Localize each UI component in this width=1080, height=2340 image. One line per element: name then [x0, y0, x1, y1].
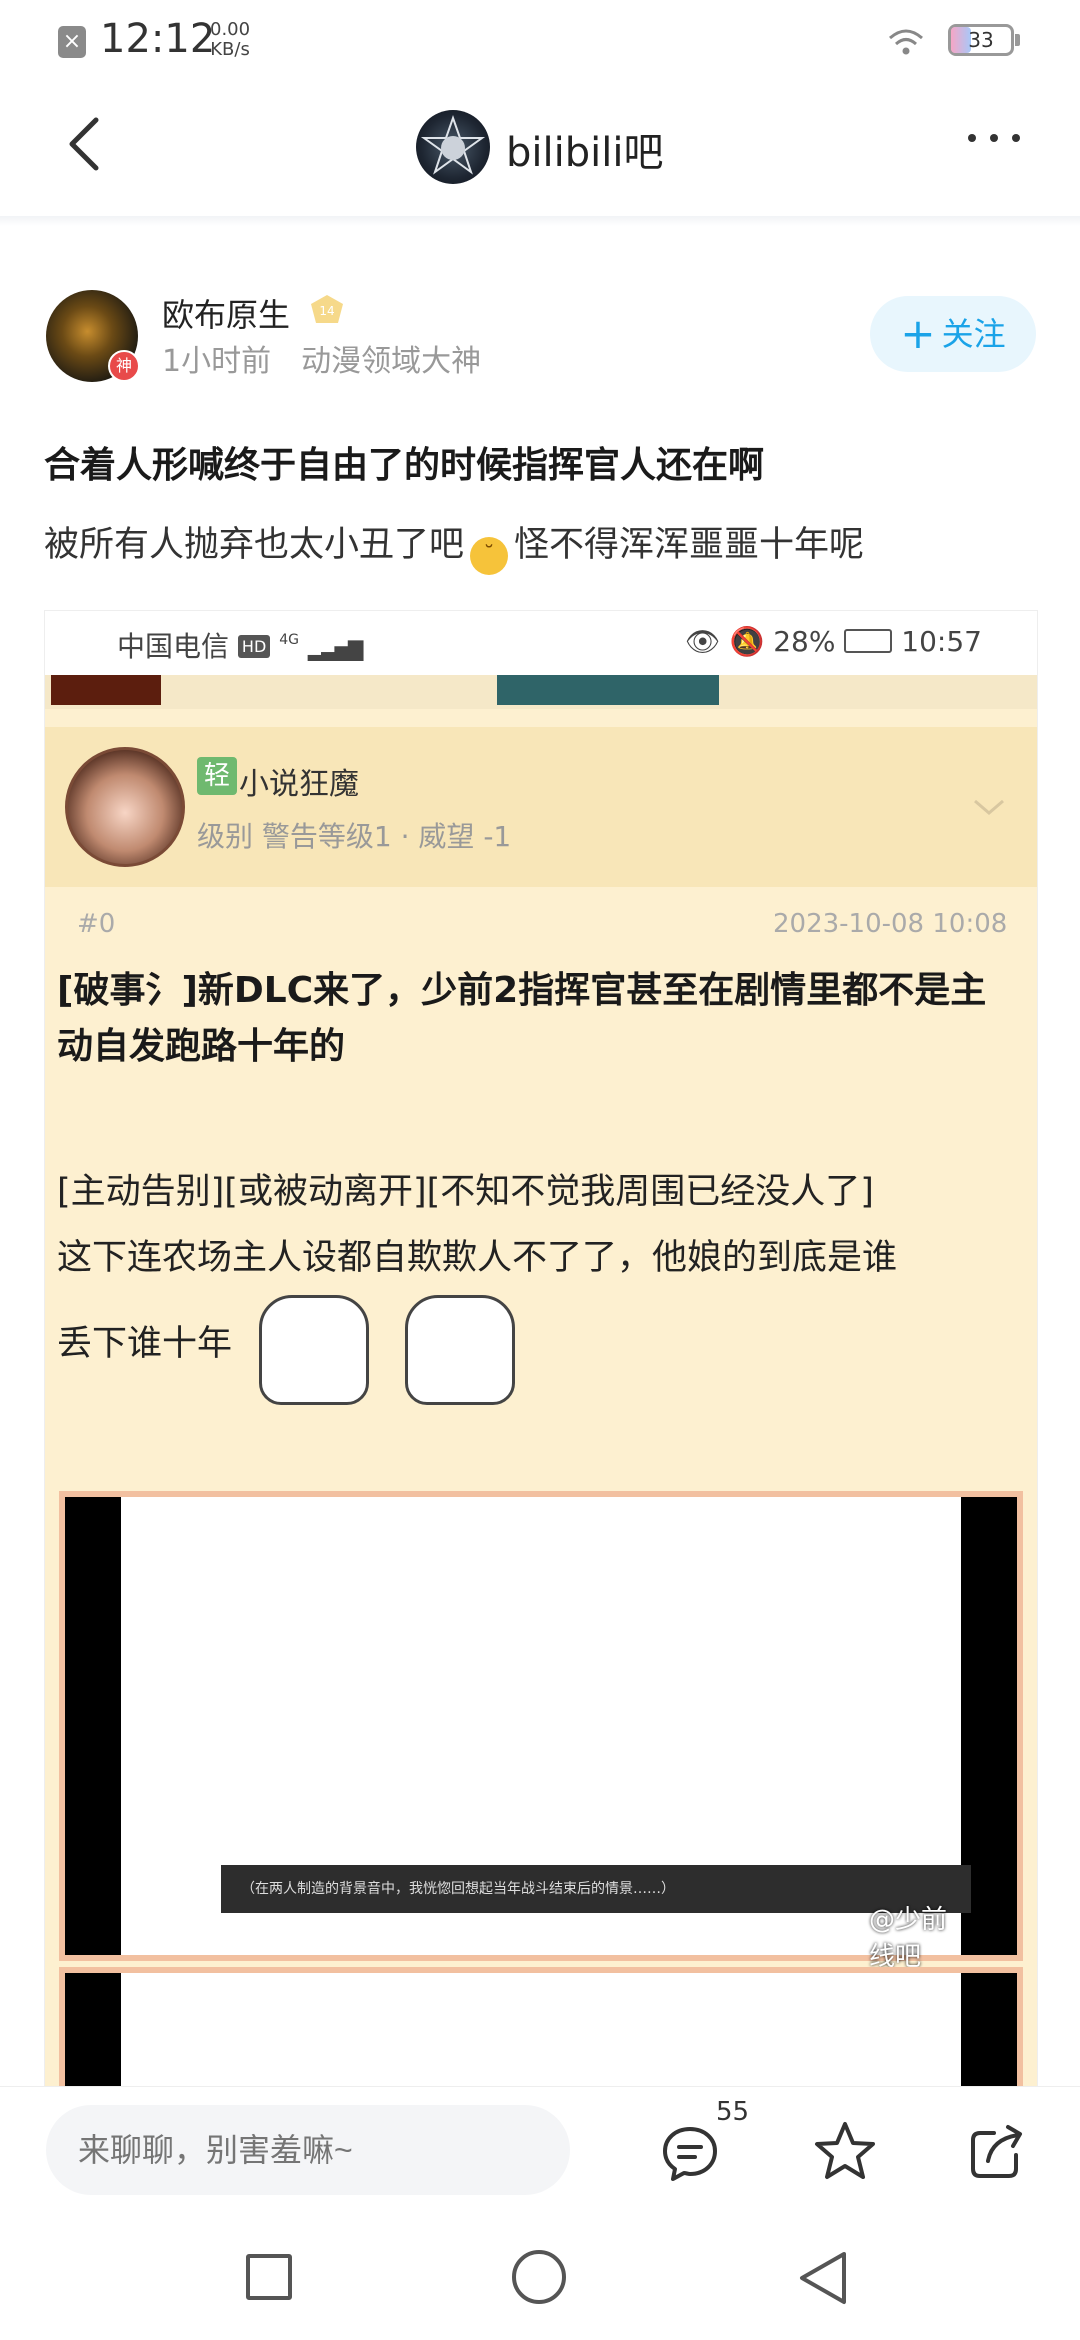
chevron-down-icon [974, 799, 1004, 815]
back-arrow-icon[interactable] [58, 114, 118, 174]
system-nav-bar [0, 2216, 1080, 2340]
author-title: 动漫领域大神 [301, 344, 482, 379]
embedded-line-3: 丢下谁十年 [57, 1324, 233, 1364]
battery-icon: 33 [948, 24, 1014, 56]
signal-4g: 4G [279, 632, 299, 648]
forum-logo[interactable] [416, 110, 490, 184]
share-icon[interactable] [968, 2121, 1028, 2181]
embedded-image-2 [59, 1967, 1023, 2087]
comment-count: 55 [716, 2097, 750, 2127]
embedded-carrier-name: 中国电信 [117, 630, 230, 663]
signal-bars-icon: ▂▃▅▇ [307, 637, 364, 661]
level-badge-icon: 14 [310, 294, 344, 324]
post-body: 被所有人抛弃也太小丑了吧 ˘ 怪不得浑浑噩噩十年呢 [44, 516, 864, 575]
level-badge-number: 14 [319, 304, 334, 318]
status-time: 12:12 [100, 16, 216, 62]
title-bar: bilibili吧 [0, 84, 1080, 216]
eye-icon: 👁 [685, 625, 721, 658]
post-body-text-1: 被所有人抛弃也太小丑了吧 [44, 525, 465, 565]
recent-apps-icon[interactable] [246, 2254, 292, 2300]
mute-bell-icon: 🔕 [729, 625, 765, 658]
tieba-watermark: @少前线吧 [869, 1905, 948, 1972]
embedded-battery-icon [844, 629, 893, 653]
sticker-girl-1-icon [259, 1295, 369, 1405]
embedded-post-date: 2023-10-08 10:08 [773, 909, 1008, 939]
embedded-line-2: 这下连农场主人设都自欺欺人不了了，他娘的到底是谁 [57, 1238, 898, 1278]
sticker-girl-2-icon [405, 1295, 515, 1405]
follow-label: 关注 [941, 315, 1006, 353]
embedded-image-1-content: （在两人制造的背景音中，我恍惚回想起当年战斗结束后的情景……） @少前线吧 [121, 1497, 971, 1972]
embedded-post-title: [破事氵]新DLC来了，少前2指挥官甚至在剧情里都不是主动自发跑路十年的 [57, 970, 987, 1067]
plus-icon: + [900, 309, 936, 358]
follow-button[interactable]: + 关注 [870, 296, 1036, 372]
yawn-emoji-icon: ˘ [470, 537, 509, 575]
comment-icon[interactable] [660, 2123, 720, 2183]
embedded-user-name: 小说狂魔 [239, 767, 359, 802]
hd-badge: HD [237, 635, 271, 658]
embedded-user-avatar [65, 747, 185, 867]
forum-name[interactable]: bilibili吧 [506, 120, 663, 178]
star-emblem-icon [420, 114, 486, 175]
battery-level-text: 33 [968, 28, 994, 52]
favorite-star-icon[interactable] [812, 2119, 878, 2185]
light-novel-badge: 轻 [197, 757, 237, 795]
wifi-icon [889, 29, 923, 55]
embedded-floor-number: #0 [77, 909, 116, 939]
embedded-user-level: 级别 警告等级1 · 威望 -1 [197, 820, 512, 853]
author-god-badge: 神 [108, 350, 140, 382]
embedded-user-header [45, 727, 1037, 887]
embedded-line-1: [主动告别][或被动离开][不知不觉我周围已经没人了] [57, 1172, 874, 1212]
embedded-tab-teal [497, 675, 719, 705]
embedded-battery: 28% [773, 625, 836, 658]
status-bar: × 12:12 0.00 KB/s 33 [0, 0, 1080, 84]
post-title: 合着人形喊终于自由了的时候指挥官人还在啊 [44, 445, 765, 486]
comment-input[interactable] [46, 2105, 570, 2195]
embedded-image-1: （在两人制造的背景音中，我恍惚回想起当年战斗结束后的情景……） @少前线吧 [59, 1491, 1023, 1972]
author-meta: 1小时前 动漫领域大神 [162, 336, 481, 380]
embedded-tab-dark-red [51, 675, 161, 705]
embedded-time: 10:57 [901, 625, 982, 658]
post-image-screenshot[interactable]: 中国电信 HD 4G ▂▃▅▇ 👁 🔕 28% 10:57 轻 小说狂魔 级别 … [44, 610, 1038, 2088]
post-body-text-2: 怪不得浑浑噩噩十年呢 [514, 525, 865, 565]
embedded-right-status: 👁 🔕 28% 10:57 [685, 625, 982, 658]
author-name[interactable]: 欧布原生 [162, 290, 290, 336]
header-divider [0, 216, 1080, 226]
bottom-action-bar: 55 [0, 2086, 1080, 2217]
network-speed-value: 0.00 [210, 19, 251, 40]
home-icon[interactable] [512, 2250, 566, 2304]
network-speed: 0.00 KB/s [210, 20, 250, 60]
network-speed-unit: KB/s [210, 39, 250, 60]
embedded-image-2-content [121, 1973, 961, 2087]
dialogue-caption: （在两人制造的背景音中，我恍惚回想起当年战斗结束后的情景……） [221, 1865, 971, 1913]
more-options-icon[interactable] [964, 130, 1024, 146]
nav-back-icon[interactable] [796, 2250, 850, 2306]
notification-close-icon: × [58, 26, 86, 58]
embedded-carrier: 中国电信 HD 4G ▂▃▅▇ [117, 625, 364, 665]
battery-tip [1015, 34, 1020, 46]
post-time-ago: 1小时前 [162, 344, 272, 379]
